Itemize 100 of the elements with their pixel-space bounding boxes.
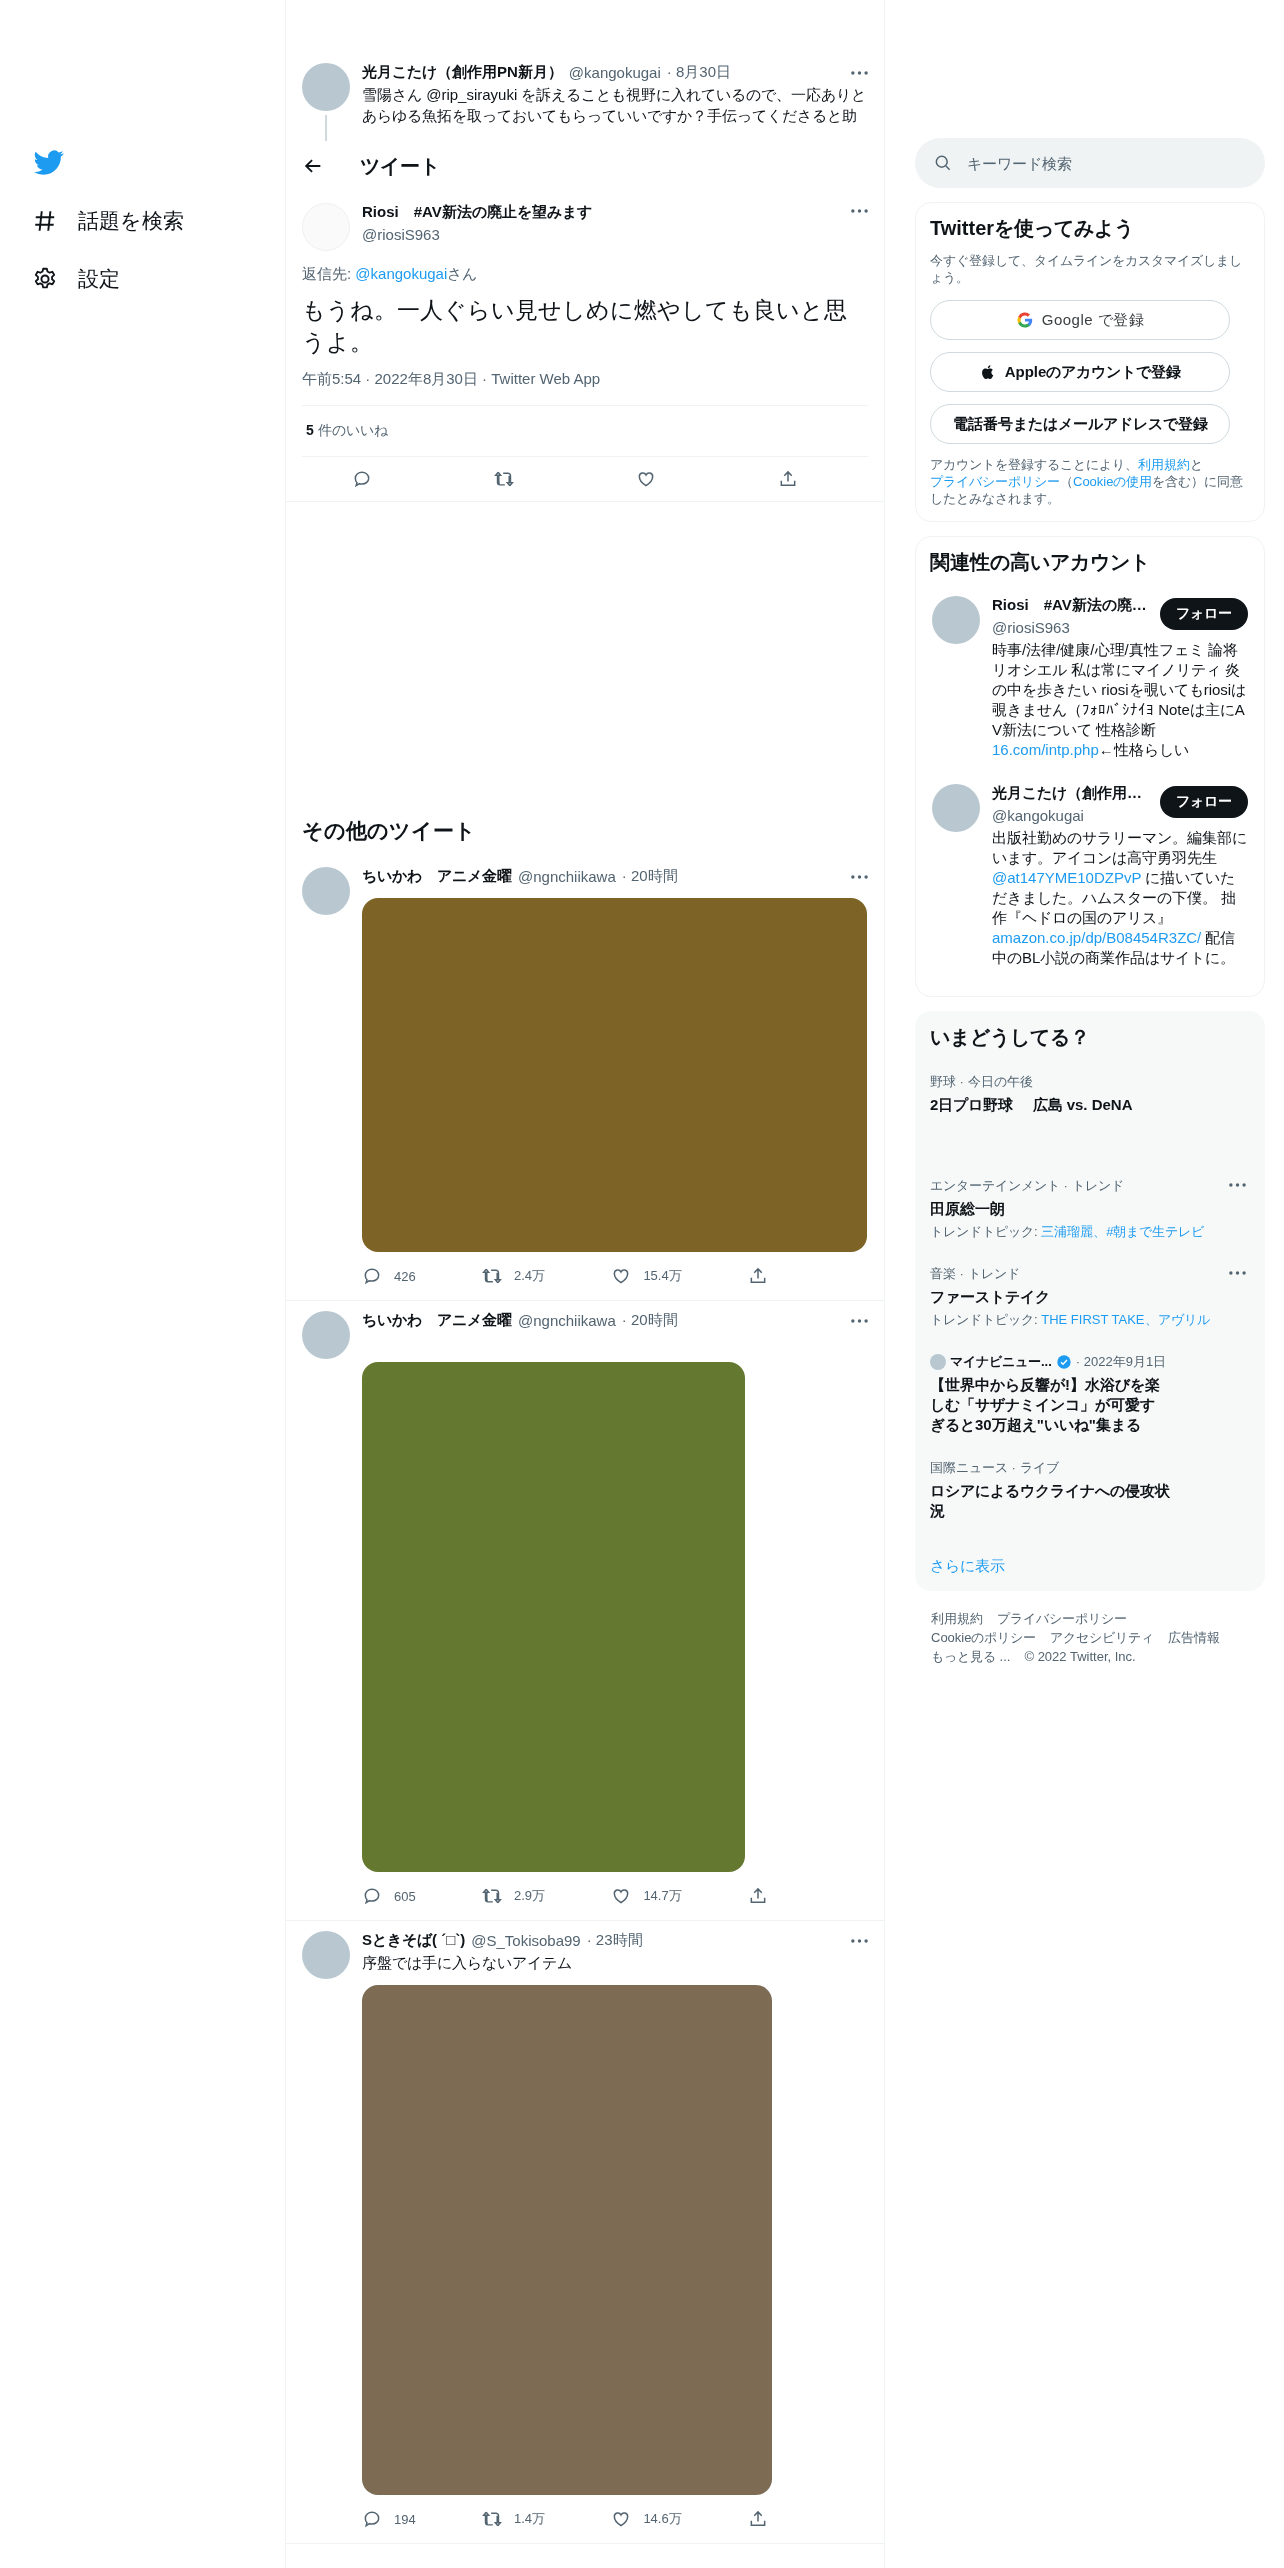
user-name[interactable]: Riosi #AV新法の廃… (992, 596, 1147, 615)
heart-icon (636, 469, 656, 489)
user-handle[interactable]: @ngnchiikawa (518, 1312, 616, 1329)
footer-link[interactable]: 利用規約 (931, 1609, 983, 1628)
retweet-action[interactable]: 2.4万 (482, 1266, 546, 1286)
tweet-date: · 8月30日 (666, 63, 731, 82)
nav-item[interactable]: 設定 (32, 254, 130, 304)
signup-button[interactable]: 電話番号またはメールアドレスで登録 (930, 404, 1230, 444)
trend-item[interactable]: エンターテインメント · トレンド 田原総一朗 トレンドトピック: 三浦瑠麗、#朝まで生テレビ (930, 1165, 1250, 1253)
trend-context: 国際ニュース · ライブ (930, 1459, 1059, 1477)
more-icon[interactable] (851, 874, 868, 879)
like-action[interactable]: 15.4万 (611, 1266, 682, 1286)
source-avatar (930, 1354, 946, 1370)
news-source: マイナビニュー... (950, 1353, 1052, 1371)
more-icon[interactable] (1229, 1271, 1246, 1275)
tweet-timestamp: 午前5:54 · 2022年8月30日 · Twitter Web App (302, 370, 868, 406)
trend-title: ロシアによるウクライナへの侵攻状況 (930, 1481, 1170, 1521)
reply-icon (362, 1266, 382, 1286)
trend-context: 野球 · 今日の午後 (930, 1073, 1033, 1091)
trend-topics: トレンドトピック: THE FIRST TAKE、アヴリル (930, 1311, 1210, 1329)
search-icon (933, 153, 953, 173)
trend-item[interactable]: マイナビニュー... · 2022年9月1日 【世界中から反響が!】水浴びを楽しむ「サザナミインコ」が可愛すぎると30万超え"いいね"集まる (930, 1341, 1250, 1447)
footer-link[interactable]: © 2022 Twitter, Inc. (1024, 1647, 1136, 1666)
reply-icon (362, 2509, 382, 2529)
user-name[interactable]: 光月こたけ（創作用PN新月） (362, 63, 563, 82)
like-count: 14.6万 (643, 2510, 682, 2528)
trend-title: 2日プロ野球 広島 vs. DeNA (930, 1095, 1133, 1115)
reply-icon (362, 1886, 382, 1906)
tweet-text: 序盤では手に入らないアイテム (362, 1953, 573, 1973)
signup-subtitle: 今すぐ登録して、タイムラインをカスタマイズしましょう。 (930, 252, 1243, 286)
bird-logo-icon[interactable] (34, 150, 64, 176)
reply-action[interactable]: 194 (362, 2509, 416, 2529)
like-action[interactable]: 14.7万 (611, 1886, 682, 1906)
footer-link[interactable]: Cookieのポリシー (931, 1628, 1037, 1647)
retweet-icon (482, 1886, 502, 1906)
user-handle[interactable]: @S_Tokisoba99 (471, 1932, 581, 1949)
user-handle[interactable]: @kangokugai (568, 64, 661, 81)
retweet-icon (482, 1266, 502, 1286)
google-g-icon (1015, 311, 1034, 329)
footer-link[interactable]: プライバシーポリシー (997, 1609, 1127, 1628)
user-name[interactable]: ちいかわ アニメ金曜 (362, 867, 512, 886)
trend-item[interactable]: 野球 · 今日の午後 2日プロ野球 広島 vs. DeNA (930, 1061, 1250, 1165)
more-icon[interactable] (1229, 1183, 1246, 1187)
retweet-count: 1.4万 (514, 2510, 546, 2528)
tweet-time: · 20時間 (621, 867, 678, 886)
tweet-time: · 20時間 (621, 1311, 678, 1330)
share-icon[interactable] (748, 2509, 768, 2529)
nav-item[interactable]: 話題を検索 (32, 196, 194, 246)
trend-context: エンターテインメント · トレンド (930, 1177, 1124, 1195)
user-name[interactable]: Sときそば( ´□`) (362, 1931, 466, 1950)
trend-item[interactable]: 音楽 · トレンド ファーストテイク トレンドトピック: THE FIRST TAKE、アヴリル (930, 1253, 1250, 1341)
news-title: 【世界中から反響が!】水浴びを楽しむ「サザナミインコ」が可愛すぎると30万超え"いいね"集まる (930, 1375, 1160, 1435)
user-handle[interactable]: @ngnchiikawa (518, 868, 616, 885)
reply-count: 426 (394, 1268, 416, 1284)
tweet-text: もうね。一人ぐらい見せしめに燃やしても良いと思うよ。 (302, 296, 848, 357)
user-handle[interactable]: @kangokugai (992, 807, 1142, 824)
like-action[interactable]: 14.6万 (611, 2509, 682, 2529)
reply-count: 605 (394, 1888, 416, 1904)
footer-link[interactable]: 広告情報 (1168, 1628, 1221, 1647)
footer-link[interactable]: アクセシビリティ (1050, 1628, 1155, 1647)
trend-context: 音楽 · トレンド (930, 1265, 1020, 1283)
retweet-count: 2.4万 (514, 1267, 546, 1285)
reply-to-suffix: さん (447, 265, 478, 282)
user-name[interactable]: Riosi #AV新法の廃止を望みます (362, 203, 592, 222)
legal-notice: アカウントを登録することにより、利用規約 と プライバシーポリシー（Cookieの使用を含む）に同意したとみなされます。 (930, 456, 1245, 507)
more-icon[interactable] (851, 1318, 868, 1323)
share-icon[interactable] (748, 1266, 768, 1286)
reply-action[interactable]: 605 (362, 1886, 416, 1906)
trend-title: 田原総一朗 (930, 1199, 1005, 1219)
footer-link[interactable]: もっと見る ... (931, 1647, 1011, 1666)
trend-topics: トレンドトピック: 三浦瑠麗、#朝まで生テレビ (930, 1223, 1205, 1241)
retweet-action[interactable]: 2.9万 (482, 1886, 546, 1906)
signup-button[interactable]: Appleのアカウントで登録 (930, 352, 1230, 392)
card-title: Twitterを使ってみよう (930, 216, 1136, 241)
user-bio: 時事/法律/健康/心理/真性フェミ 論将リオシエル 私は常にマイノリティ 炎の中を歩きたい riosiを覗いてもriosiは覗きません（ﾌｫﾛﾊﾞｼﾅｲﾖ Noteは主にAV新法について 性格診断 16.com/intp.php←性格らしい (992, 640, 1248, 760)
trend-item[interactable]: 国際ニュース · ライブ ロシアによるウクライナへの侵攻状況 (930, 1447, 1250, 1533)
section-title: その他のツイート (301, 818, 477, 844)
follow-button[interactable]: フォロー (1160, 786, 1248, 818)
user-handle[interactable]: @riosiS963 (992, 619, 1147, 636)
user-handle[interactable]: @riosiS963 (362, 226, 592, 243)
more-icon[interactable] (851, 209, 868, 213)
share-icon[interactable] (778, 469, 798, 489)
retweet-count: 2.9万 (514, 1887, 546, 1905)
user-name[interactable]: 光月こたけ（創作用… (992, 784, 1142, 803)
card-title: 関連性の高いアカウント (930, 550, 1151, 575)
retweet-action[interactable]: 1.4万 (482, 2509, 546, 2529)
follow-button[interactable]: フォロー (1160, 598, 1248, 630)
search-field[interactable]: キーワード検索 (915, 138, 1265, 188)
trend-title: ファーストテイク (930, 1287, 1050, 1307)
reply-action[interactable]: 426 (362, 1266, 416, 1286)
share-icon[interactable] (748, 1886, 768, 1906)
reply-to-label: 返信先: (302, 265, 353, 282)
reply-icon (352, 469, 372, 489)
like-count: 15.4万 (643, 1267, 682, 1285)
reply-count: 194 (394, 2511, 416, 2527)
likes-count[interactable]: 5 件のいいね (302, 406, 868, 457)
user-name[interactable]: ちいかわ アニメ金曜 (362, 1311, 512, 1330)
signup-button[interactable]: Google で登録 (930, 300, 1230, 340)
more-icon[interactable] (851, 70, 868, 75)
more-icon[interactable] (851, 1938, 868, 1943)
